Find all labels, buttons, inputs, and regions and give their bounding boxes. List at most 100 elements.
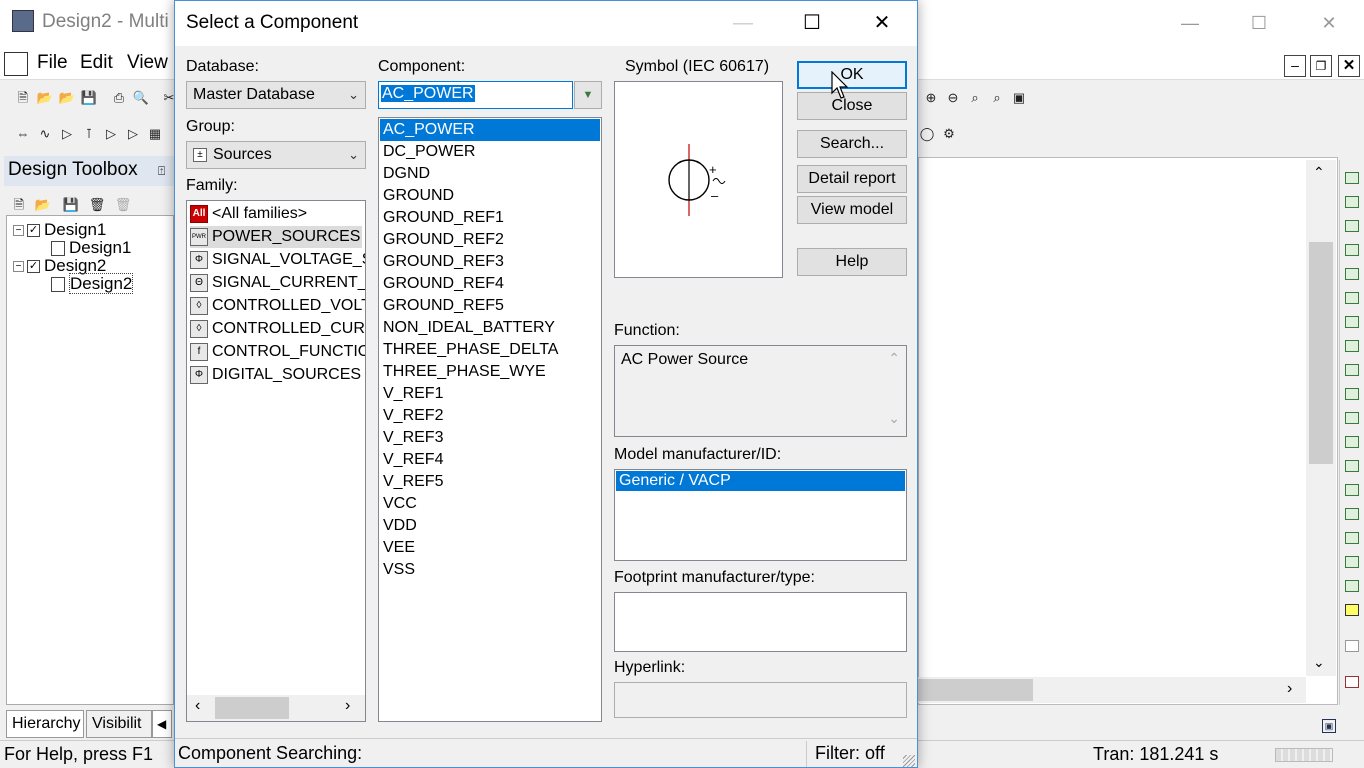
- scroll-right-icon[interactable]: ›: [1287, 680, 1292, 698]
- component-item[interactable]: VDD: [380, 515, 600, 537]
- scroll-right-icon[interactable]: ›: [345, 697, 350, 715]
- toolbox-open-icon[interactable]: 📂: [34, 197, 52, 213]
- tab-hierarchy[interactable]: Hierarchy: [6, 710, 84, 738]
- current-probe-icon[interactable]: [1345, 676, 1359, 688]
- component-item[interactable]: NON_IDEAL_BATTERY: [380, 317, 600, 339]
- wattmeter-icon[interactable]: [1345, 220, 1359, 232]
- component-item[interactable]: GROUND_REF5: [380, 295, 600, 317]
- component-item[interactable]: DGND: [380, 163, 600, 185]
- component-list[interactable]: AC_POWER DC_POWER DGND GROUND GROUND_REF1 GRO…: [378, 117, 602, 722]
- canvas-horizontal-scroll-thumb[interactable]: [918, 679, 1033, 701]
- labview-icon[interactable]: [1345, 640, 1359, 652]
- tree-item-design2-sheet[interactable]: Design2: [51, 273, 134, 294]
- view-model-button[interactable]: View model: [797, 196, 907, 224]
- family-item[interactable]: Φ DIGITAL_SOURCES: [190, 364, 361, 386]
- component-item[interactable]: GROUND: [380, 185, 600, 207]
- component-item[interactable]: VCC: [380, 493, 600, 515]
- component-item[interactable]: VEE: [380, 537, 600, 559]
- full-screen-icon[interactable]: ▣: [1010, 90, 1028, 106]
- agilent-multimeter-icon[interactable]: [1345, 532, 1359, 544]
- toolbox-close-icon[interactable]: 🗑: [88, 197, 106, 213]
- family-item[interactable]: PWR POWER_SOURCES: [190, 226, 362, 248]
- open-samples-icon[interactable]: 📂: [58, 90, 76, 106]
- save-icon[interactable]: 💾: [80, 90, 98, 106]
- help-button[interactable]: Help: [797, 248, 907, 276]
- family-list[interactable]: All <All families> PWR POWER_SOURCES Φ SIGN…: [186, 200, 366, 722]
- checkbox-icon[interactable]: ✓: [27, 224, 40, 238]
- component-item[interactable]: GROUND_REF3: [380, 251, 600, 273]
- collapse-icon[interactable]: −: [13, 225, 24, 237]
- main-close-button[interactable]: ✕: [1306, 8, 1352, 38]
- place-transistor-icon[interactable]: ⊺: [80, 126, 98, 142]
- component-item[interactable]: V_REF1: [380, 383, 600, 405]
- place-analog-icon[interactable]: ▷: [102, 126, 120, 142]
- agilent-generator-icon[interactable]: [1345, 508, 1359, 520]
- agilent-oscilloscope-icon[interactable]: [1345, 556, 1359, 568]
- function-generator-icon[interactable]: [1345, 196, 1359, 208]
- component-item[interactable]: VSS: [380, 559, 600, 581]
- component-item[interactable]: THREE_PHASE_WYE: [380, 361, 600, 383]
- zoom-area-icon[interactable]: ⌕: [966, 90, 984, 106]
- menu-edit[interactable]: Edit: [80, 52, 113, 74]
- place-source-icon[interactable]: ⇔: [14, 126, 32, 142]
- multimeter-icon[interactable]: [1345, 172, 1359, 184]
- frequency-counter-icon[interactable]: [1345, 316, 1359, 328]
- zoom-out-icon[interactable]: ⊖: [944, 90, 962, 106]
- component-item[interactable]: THREE_PHASE_DELTA: [380, 339, 600, 361]
- search-button[interactable]: Search...: [797, 130, 907, 158]
- component-item[interactable]: DC_POWER: [380, 141, 600, 163]
- footprint-list[interactable]: [614, 592, 907, 652]
- scroll-down-icon[interactable]: ⌄: [1313, 654, 1325, 671]
- zoom-in-icon[interactable]: ⊕: [922, 90, 940, 106]
- component-filter-button[interactable]: ▼: [574, 81, 602, 109]
- family-item[interactable]: ◊ CONTROLLED_VOLT: [190, 295, 365, 317]
- family-item[interactable]: ◊ CONTROLLED_CURR: [190, 318, 365, 340]
- toolbox-save-icon[interactable]: 💾: [62, 197, 80, 213]
- component-item[interactable]: V_REF5: [380, 471, 600, 493]
- component-item[interactable]: V_REF2: [380, 405, 600, 427]
- component-item[interactable]: AC_POWER: [380, 119, 600, 141]
- family-item[interactable]: Φ SIGNAL_VOLTAGE_S: [190, 249, 365, 271]
- tab-visibility[interactable]: Visibilit: [86, 710, 152, 738]
- mdi-restore-button[interactable]: ❐: [1310, 55, 1332, 77]
- component-input[interactable]: AC_POWER: [378, 81, 573, 109]
- main-minimize-button[interactable]: —: [1167, 8, 1213, 38]
- database-select[interactable]: Master Database ⌄: [186, 81, 366, 109]
- main-maximize-button[interactable]: ☐: [1236, 8, 1282, 38]
- toolbox-pin-icon[interactable]: ⍐: [158, 164, 165, 179]
- place-cmos-icon[interactable]: ▦: [146, 126, 164, 142]
- toolbox-new-icon[interactable]: 🗎: [10, 197, 28, 213]
- model-item[interactable]: Generic / VACP: [616, 471, 905, 491]
- family-item[interactable]: f CONTROL_FUNCTIO: [190, 341, 365, 363]
- measurement-probe-icon[interactable]: [1345, 604, 1359, 616]
- component-item[interactable]: V_REF4: [380, 449, 600, 471]
- settings-gear-icon[interactable]: ⚙: [940, 126, 958, 142]
- open-folder-icon[interactable]: 📂: [36, 90, 54, 106]
- menu-view[interactable]: View: [127, 52, 168, 74]
- zoom-fit-icon[interactable]: ⌕: [988, 90, 1006, 106]
- detail-report-button[interactable]: Detail report: [797, 165, 907, 193]
- group-select[interactable]: ± Sources ⌄: [186, 141, 366, 169]
- ok-button[interactable]: OK: [797, 61, 907, 89]
- model-list[interactable]: Generic / VACP: [614, 469, 907, 561]
- menu-file[interactable]: File: [37, 52, 68, 74]
- tab-scroll-left-icon[interactable]: ◀: [152, 710, 172, 738]
- iv-analyzer-icon[interactable]: [1345, 412, 1359, 424]
- mdi-close-button[interactable]: ✕: [1338, 55, 1360, 77]
- print-icon[interactable]: ⎙: [110, 90, 128, 106]
- place-basic-icon[interactable]: ∿: [36, 126, 54, 142]
- tree-item-design1[interactable]: − ✓ Design1: [13, 220, 106, 240]
- network-analyzer-icon[interactable]: [1345, 484, 1359, 496]
- scroll-up-icon[interactable]: ⌃: [1313, 164, 1325, 181]
- logic-analyzer-icon[interactable]: [1345, 388, 1359, 400]
- dialog-close-button[interactable]: ✕: [859, 5, 905, 41]
- tree-item-design1-sheet[interactable]: Design1: [51, 238, 131, 258]
- distortion-analyzer-icon[interactable]: [1345, 436, 1359, 448]
- place-diode-icon[interactable]: ▷: [58, 126, 76, 142]
- oscilloscope-icon[interactable]: [1345, 244, 1359, 256]
- checkbox-icon[interactable]: ✓: [27, 260, 40, 274]
- tektronix-oscilloscope-icon[interactable]: [1345, 580, 1359, 592]
- spectrum-analyzer-icon[interactable]: [1345, 460, 1359, 472]
- component-item[interactable]: GROUND_REF1: [380, 207, 600, 229]
- resize-grip-icon[interactable]: [903, 755, 915, 767]
